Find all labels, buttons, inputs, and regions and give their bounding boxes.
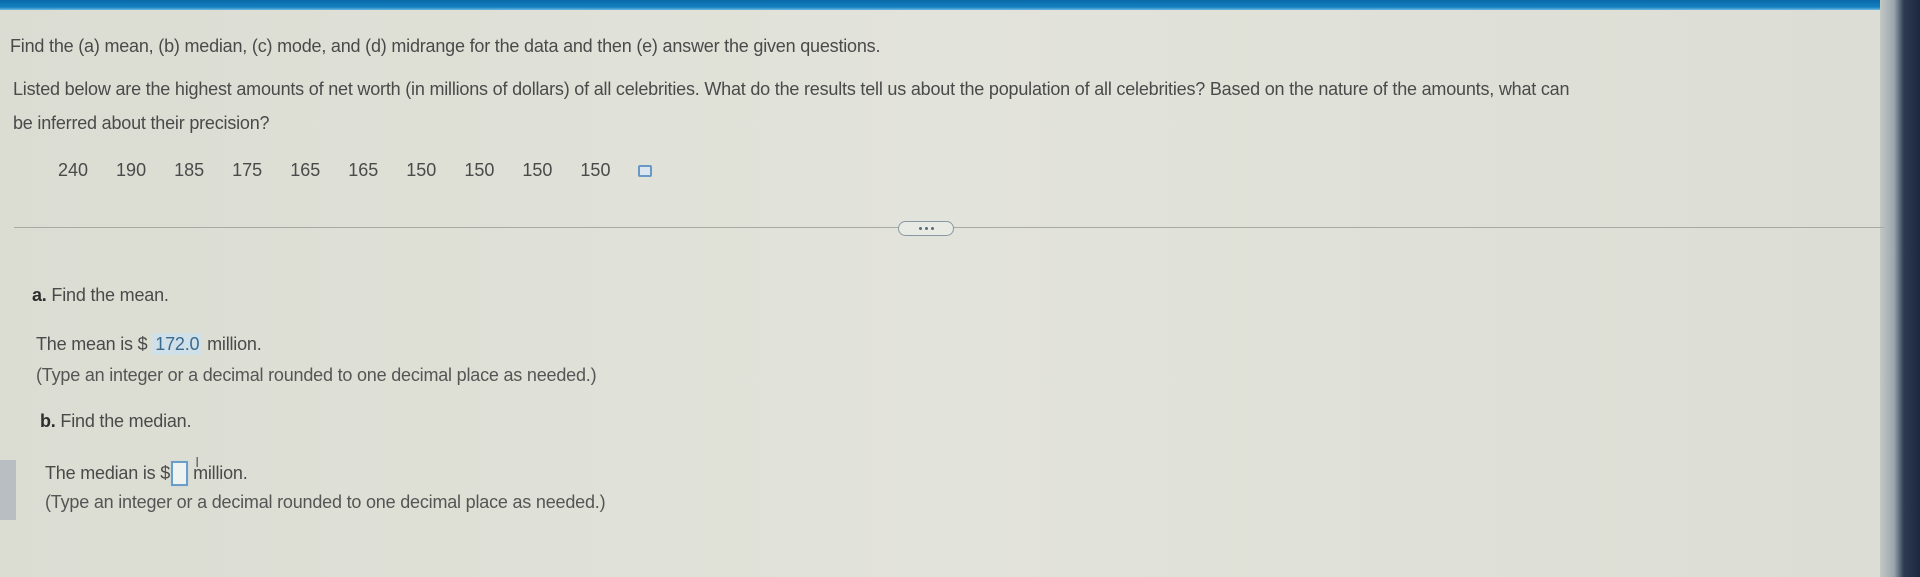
mean-answer-prefix: The mean is $ xyxy=(36,334,153,354)
ellipsis-icon xyxy=(930,227,934,230)
mean-answer-field[interactable]: 172.0 xyxy=(152,333,203,355)
expand-more-button[interactable] xyxy=(898,221,954,236)
ellipsis-icon xyxy=(924,227,928,230)
part-a-letter: a. xyxy=(32,285,47,305)
median-answer-input[interactable] xyxy=(171,461,189,486)
median-answer-prefix: The median is $ xyxy=(45,463,171,483)
instruction-text: Find the (a) mean, (b) median, (c) mode,… xyxy=(10,36,881,56)
part-b-letter: b. xyxy=(40,411,56,431)
part-b-hint: (Type an integer or a decimal rounded to… xyxy=(45,492,606,512)
data-value: 165 xyxy=(348,160,379,180)
mean-answer-line: The mean is $ 172.0 million. xyxy=(36,333,262,355)
data-value: 165 xyxy=(290,160,321,180)
data-value: 150 xyxy=(406,160,437,180)
question-text-line1: Listed below are the highest amounts of … xyxy=(13,79,1570,99)
median-answer-line: The median is $ million. xyxy=(45,454,248,486)
data-value: 190 xyxy=(116,160,147,180)
data-value: 150 xyxy=(580,160,611,180)
data-value: 175 xyxy=(232,160,263,180)
median-answer-suffix: million. xyxy=(193,454,248,484)
dataset-values: 240 190 185 175 165 165 150 150 150 150 xyxy=(58,160,653,181)
screen-right-edge xyxy=(1880,0,1920,577)
copy-data-icon[interactable] xyxy=(638,164,653,177)
part-b-prompt-text: Find the median. xyxy=(55,411,192,431)
ellipsis-icon xyxy=(918,227,922,230)
part-a-prompt: a. Find the mean. xyxy=(32,285,169,306)
part-a-prompt-text: Find the mean. xyxy=(46,285,169,305)
part-b-prompt: b. Find the median. xyxy=(40,411,191,432)
part-a-hint: (Type an integer or a decimal rounded to… xyxy=(36,365,597,385)
top-browser-bar xyxy=(0,0,1920,10)
question-text-line2: be inferred about their precision? xyxy=(13,113,270,133)
data-value: 240 xyxy=(58,160,89,180)
data-value: 150 xyxy=(464,160,495,180)
mean-answer-suffix: million. xyxy=(202,334,262,354)
left-edge-tab xyxy=(0,460,16,520)
data-value: 150 xyxy=(522,160,553,180)
data-value: 185 xyxy=(174,160,205,180)
